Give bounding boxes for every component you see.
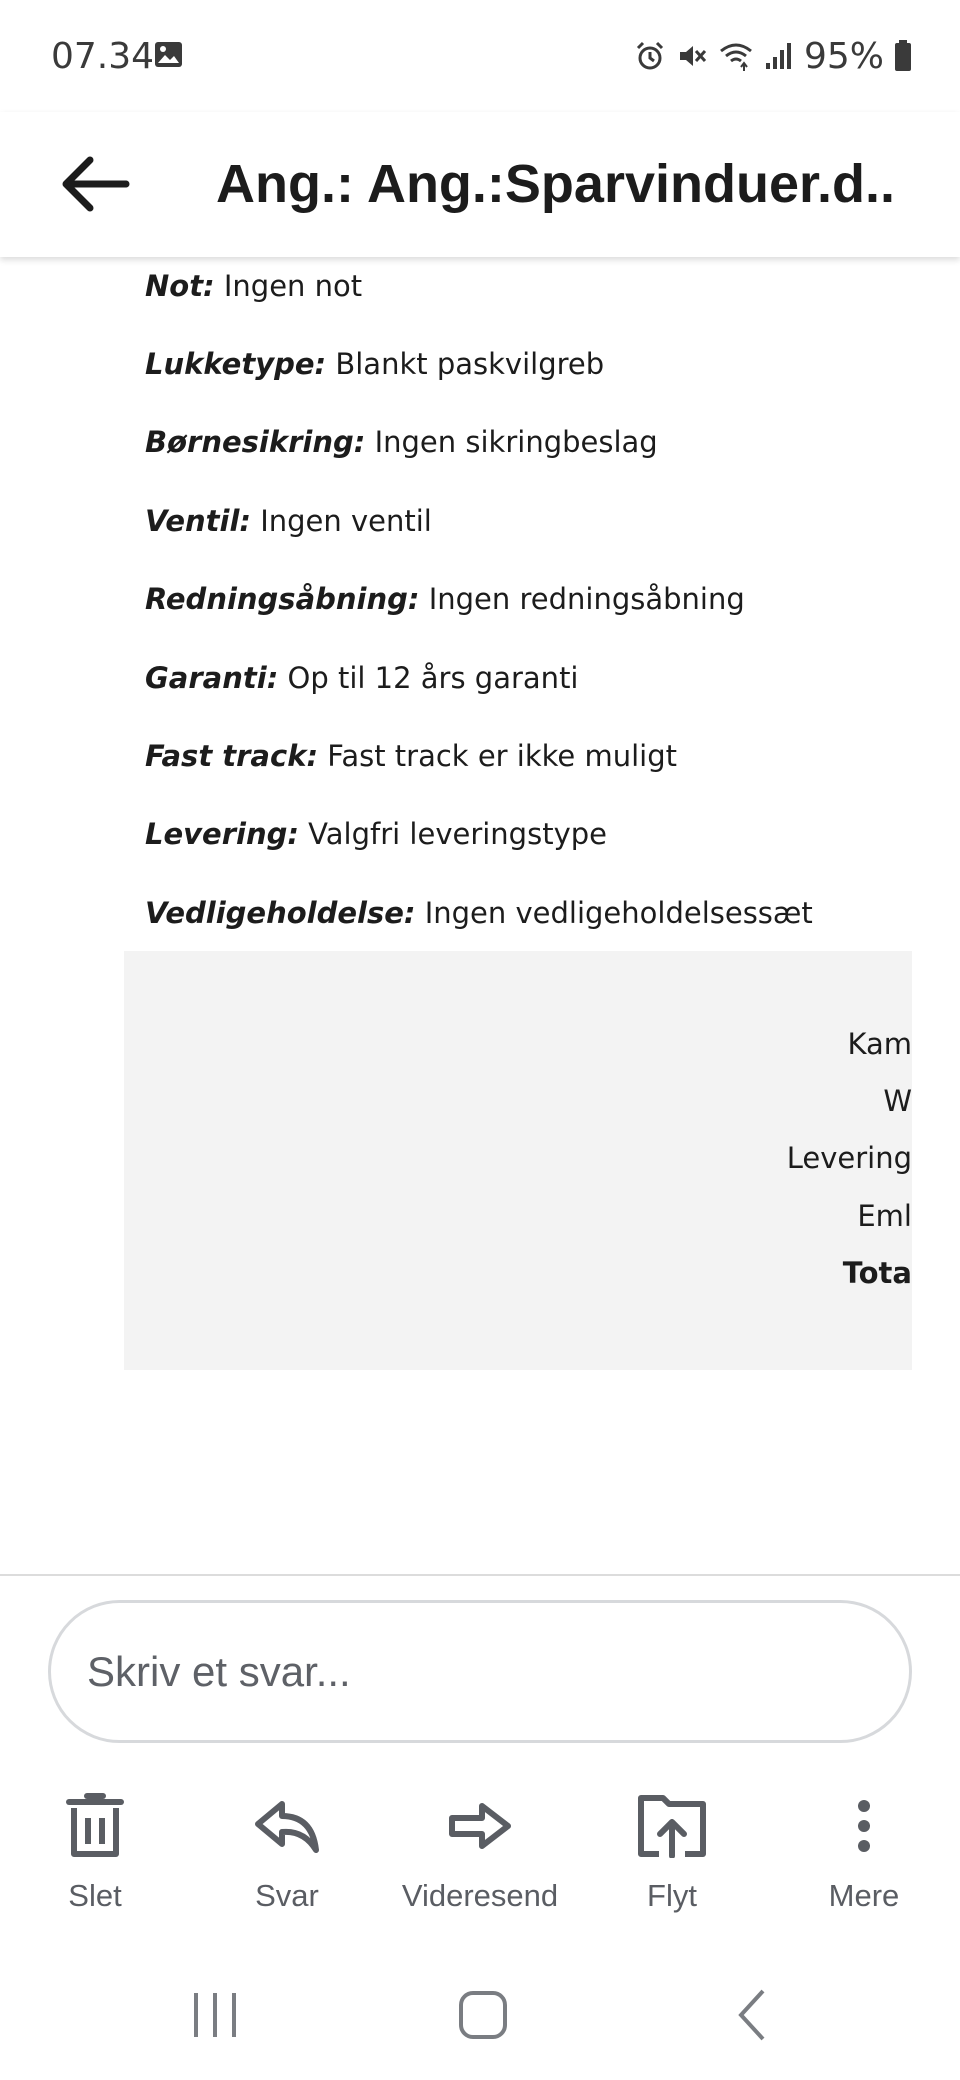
totals-line: W — [883, 1084, 912, 1118]
spec-row: Levering: Valgfri leveringstype — [145, 817, 607, 851]
system-back-button[interactable] — [693, 1970, 813, 2060]
spec-row: Vedligeholdelse: Ingen vedligeholdelsess… — [145, 896, 813, 930]
mail-subject: Ang.: Ang.:Sparvinduer.d... — [216, 154, 896, 214]
reply-button[interactable]: Svar — [197, 1790, 377, 1920]
recent-apps-button[interactable] — [155, 1970, 275, 2060]
totals-line: Kam — [847, 1027, 912, 1061]
status-time: 07.34 — [51, 36, 155, 77]
trash-icon — [55, 1790, 135, 1862]
spec-value: Ingen sikringbeslag — [365, 425, 658, 459]
action-label: Videresend — [401, 1878, 559, 1913]
spec-value: Fast track er ikke muligt — [318, 739, 677, 773]
spec-value: Ingen redningsåbning — [419, 582, 745, 616]
totals-total-line: Tota — [842, 1256, 912, 1290]
image-icon — [154, 41, 183, 68]
spec-value: Ingen not — [214, 269, 363, 303]
back-button[interactable] — [52, 142, 138, 226]
home-button[interactable] — [423, 1970, 543, 2060]
action-label: Svar — [255, 1878, 319, 1913]
battery-icon — [894, 40, 912, 72]
forward-icon — [440, 1790, 520, 1862]
totals-line: Eml — [857, 1199, 912, 1233]
back-arrow-icon — [62, 156, 130, 212]
totals-line: Levering — [786, 1141, 912, 1175]
spec-value: Op til 12 års garanti — [278, 661, 579, 695]
spec-value: Ingen vedligeholdelsessæt — [415, 896, 813, 930]
action-label: Slet — [68, 1878, 122, 1913]
spec-label: Fast track: — [145, 739, 319, 773]
app-bar: Ang.: Ang.:Sparvinduer.d... — [0, 112, 960, 257]
move-folder-icon — [632, 1790, 712, 1862]
alarm-icon — [634, 40, 666, 72]
status-bar: 07.34 95% — [0, 0, 960, 112]
delete-button[interactable]: Slet — [5, 1790, 185, 1920]
spec-row: Garanti: Op til 12 års garanti — [145, 661, 579, 695]
status-icons: 95% — [634, 35, 912, 77]
spec-label: Lukketype: — [145, 347, 327, 381]
spec-row: Lukketype: Blankt paskvilgreb — [145, 347, 604, 381]
action-label: Flyt — [647, 1878, 697, 1913]
reply-input[interactable]: Skriv et svar... — [48, 1600, 912, 1743]
wifi-icon — [718, 40, 754, 72]
spec-value: Blankt paskvilgreb — [326, 347, 605, 381]
spec-label: Not: — [145, 269, 215, 303]
system-nav-bar — [0, 1950, 960, 2080]
spec-row: Not: Ingen not — [145, 269, 362, 303]
spec-label: Garanti: — [145, 661, 279, 695]
spec-label: Redningsåbning: — [145, 582, 420, 616]
move-button[interactable]: Flyt — [582, 1790, 762, 1920]
spec-label: Ventil: — [145, 504, 251, 538]
battery-percent: 95% — [803, 35, 884, 77]
spec-row: Børnesikring: Ingen sikringbeslag — [145, 425, 658, 459]
more-button[interactable]: Mere — [774, 1790, 954, 1920]
mute-icon — [676, 40, 708, 72]
home-icon — [459, 1991, 507, 2039]
spec-label: Børnesikring: — [145, 425, 366, 459]
more-vertical-icon — [824, 1790, 904, 1862]
spec-label: Vedligeholdelse: — [145, 896, 416, 930]
spec-value: Valgfri leveringstype — [298, 817, 607, 851]
spec-value: Ingen ventil — [251, 504, 432, 538]
reply-icon — [247, 1790, 327, 1862]
spec-row: Ventil: Ingen ventil — [145, 504, 432, 538]
system-back-icon — [738, 1989, 765, 2041]
signal-icon — [764, 41, 794, 71]
recent-apps-icon — [194, 1993, 236, 2037]
reply-placeholder: Skriv et svar... — [87, 1648, 351, 1695]
action-label: Mere — [828, 1878, 900, 1913]
order-totals-box: Kam W Levering Eml Tota — [124, 951, 912, 1370]
action-toolbar: Slet Svar Videresend Flyt Mere — [0, 1790, 960, 1920]
spec-row: Redningsåbning: Ingen redningsåbning — [145, 582, 745, 616]
message-body[interactable]: Not: Ingen not Lukketype: Blankt paskvil… — [0, 257, 960, 1575]
spec-row: Fast track: Fast track er ikke muligt — [145, 739, 677, 773]
forward-button[interactable]: Videresend — [390, 1790, 570, 1920]
divider — [0, 1574, 960, 1576]
spec-label: Levering: — [145, 817, 299, 851]
